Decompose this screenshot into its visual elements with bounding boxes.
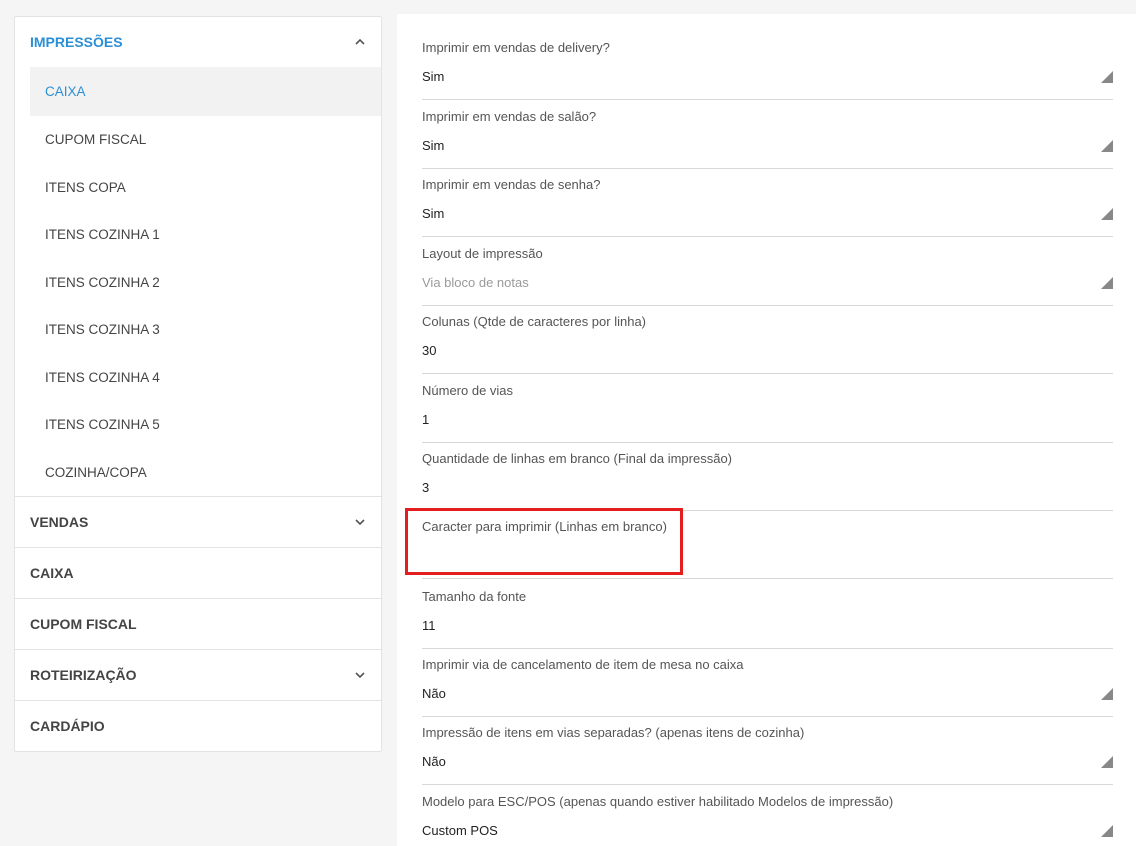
select-value[interactable]: Sim bbox=[422, 138, 444, 153]
field-imprimir-salao[interactable]: Imprimir em vendas de salão? Sim bbox=[422, 109, 1113, 169]
select-value[interactable]: Não bbox=[422, 686, 446, 701]
impressoes-sub-list: CAIXA CUPOM FISCAL ITENS COPA ITENS COZI… bbox=[15, 67, 381, 496]
sub-item-label: ITENS COZINHA 5 bbox=[45, 417, 160, 433]
field-label: Quantidade de linhas em branco (Final da… bbox=[422, 451, 733, 466]
section-cardapio[interactable]: CARDÁPIO bbox=[15, 700, 381, 751]
dropdown-triangle-icon[interactable] bbox=[1101, 140, 1113, 152]
chevron-up-icon[interactable] bbox=[353, 35, 367, 49]
sub-item-label: ITENS COZINHA 2 bbox=[45, 274, 160, 290]
field-caracter-imprimir[interactable]: Caracter para imprimir (Linhas em branco… bbox=[422, 519, 1113, 579]
field-imprimir-senha[interactable]: Imprimir em vendas de senha? Sim bbox=[422, 177, 1113, 237]
field-imprimir-delivery[interactable]: Imprimir em vendas de delivery? Sim bbox=[422, 40, 1113, 100]
field-linhas-branco[interactable]: Quantidade de linhas em branco (Final da… bbox=[422, 451, 1113, 511]
sub-item-cupom-fiscal[interactable]: CUPOM FISCAL bbox=[30, 116, 381, 164]
sub-item-itens-cozinha-2[interactable]: ITENS COZINHA 2 bbox=[30, 259, 381, 307]
sub-item-label: CUPOM FISCAL bbox=[45, 132, 147, 148]
field-via-cancelamento[interactable]: Imprimir via de cancelamento de item de … bbox=[422, 657, 1113, 717]
dropdown-triangle-icon[interactable] bbox=[1101, 71, 1113, 83]
field-label: Imprimir via de cancelamento de item de … bbox=[422, 657, 744, 672]
sub-item-caixa[interactable]: CAIXA bbox=[30, 67, 381, 116]
chevron-down-icon[interactable] bbox=[353, 515, 367, 529]
sub-item-label: COZINHA/COPA bbox=[45, 464, 147, 480]
sub-item-itens-cozinha-4[interactable]: ITENS COZINHA 4 bbox=[30, 354, 381, 402]
field-vias-separadas[interactable]: Impressão de itens em vias separadas? (a… bbox=[422, 725, 1113, 785]
field-numero-vias[interactable]: Número de vias 1 bbox=[422, 383, 1113, 443]
sub-item-itens-cozinha-1[interactable]: ITENS COZINHA 1 bbox=[30, 211, 381, 259]
dropdown-triangle-icon[interactable] bbox=[1101, 825, 1113, 837]
field-label: Impressão de itens em vias separadas? (a… bbox=[422, 725, 805, 740]
dropdown-triangle-icon[interactable] bbox=[1101, 208, 1113, 220]
field-label: Número de vias bbox=[422, 383, 514, 398]
sub-item-itens-cozinha-5[interactable]: ITENS COZINHA 5 bbox=[30, 401, 381, 449]
field-label: Colunas (Qtde de caracteres por linha) bbox=[422, 314, 647, 329]
field-label: Tamanho da fonte bbox=[422, 589, 527, 604]
section-roteirizacao[interactable]: ROTEIRIZAÇÃO bbox=[15, 649, 381, 700]
sub-item-itens-copa[interactable]: ITENS COPA bbox=[30, 164, 381, 212]
sub-item-itens-cozinha-3[interactable]: ITENS COZINHA 3 bbox=[30, 306, 381, 354]
field-layout-impressao[interactable]: Layout de impressão Via bloco de notas bbox=[422, 246, 1113, 306]
field-label: Modelo para ESC/POS (apenas quando estiv… bbox=[422, 794, 894, 809]
dropdown-triangle-icon[interactable] bbox=[1101, 688, 1113, 700]
field-label: Imprimir em vendas de salão? bbox=[422, 109, 597, 124]
field-label: Imprimir em vendas de senha? bbox=[422, 177, 601, 192]
field-label: Layout de impressão bbox=[422, 246, 543, 261]
sub-item-label: ITENS COZINHA 4 bbox=[45, 369, 160, 385]
field-label: Caracter para imprimir (Linhas em branco… bbox=[422, 519, 667, 534]
section-label: CARDÁPIO bbox=[30, 718, 105, 734]
select-value[interactable]: Sim bbox=[422, 69, 444, 84]
sub-item-label: CAIXA bbox=[45, 84, 86, 99]
section-label: ROTEIRIZAÇÃO bbox=[30, 667, 137, 683]
select-value[interactable]: Não bbox=[422, 754, 446, 769]
input-value[interactable]: 30 bbox=[422, 343, 436, 358]
input-value[interactable]: 11 bbox=[422, 618, 436, 633]
section-label: CAIXA bbox=[30, 565, 74, 581]
input-value[interactable]: 3 bbox=[422, 480, 429, 495]
section-label: CUPOM FISCAL bbox=[30, 616, 137, 632]
input-value[interactable]: 1 bbox=[422, 412, 429, 427]
dropdown-triangle-icon[interactable] bbox=[1101, 756, 1113, 768]
section-cupom-fiscal[interactable]: CUPOM FISCAL bbox=[15, 598, 381, 649]
print-settings-form: Imprimir em vendas de delivery? Sim Impr… bbox=[397, 14, 1136, 846]
chevron-down-icon[interactable] bbox=[353, 668, 367, 682]
section-label: IMPRESSÕES bbox=[30, 34, 123, 50]
section-caixa[interactable]: CAIXA bbox=[15, 547, 381, 598]
dropdown-triangle-icon[interactable] bbox=[1101, 277, 1113, 289]
section-vendas[interactable]: VENDAS bbox=[15, 496, 381, 547]
field-label: Imprimir em vendas de delivery? bbox=[422, 40, 610, 55]
select-value[interactable]: Sim bbox=[422, 206, 444, 221]
field-tamanho-fonte[interactable]: Tamanho da fonte 11 bbox=[422, 589, 1113, 649]
section-label: VENDAS bbox=[30, 514, 89, 530]
sub-item-label: ITENS COPA bbox=[45, 179, 126, 195]
select-value[interactable]: Custom POS bbox=[422, 823, 498, 838]
sub-item-label: ITENS COZINHA 3 bbox=[45, 322, 160, 338]
section-impressoes[interactable]: IMPRESSÕES bbox=[15, 17, 381, 67]
field-colunas[interactable]: Colunas (Qtde de caracteres por linha) 3… bbox=[422, 314, 1113, 374]
select-placeholder[interactable]: Via bloco de notas bbox=[422, 275, 529, 290]
settings-sidebar: IMPRESSÕES CAIXA CUPOM FISCAL ITENS COPA… bbox=[14, 16, 382, 752]
field-modelo-escpos[interactable]: Modelo para ESC/POS (apenas quando estiv… bbox=[422, 794, 1113, 846]
sub-item-label: ITENS COZINHA 1 bbox=[45, 227, 160, 243]
sub-item-cozinha-copa[interactable]: COZINHA/COPA bbox=[30, 449, 381, 497]
